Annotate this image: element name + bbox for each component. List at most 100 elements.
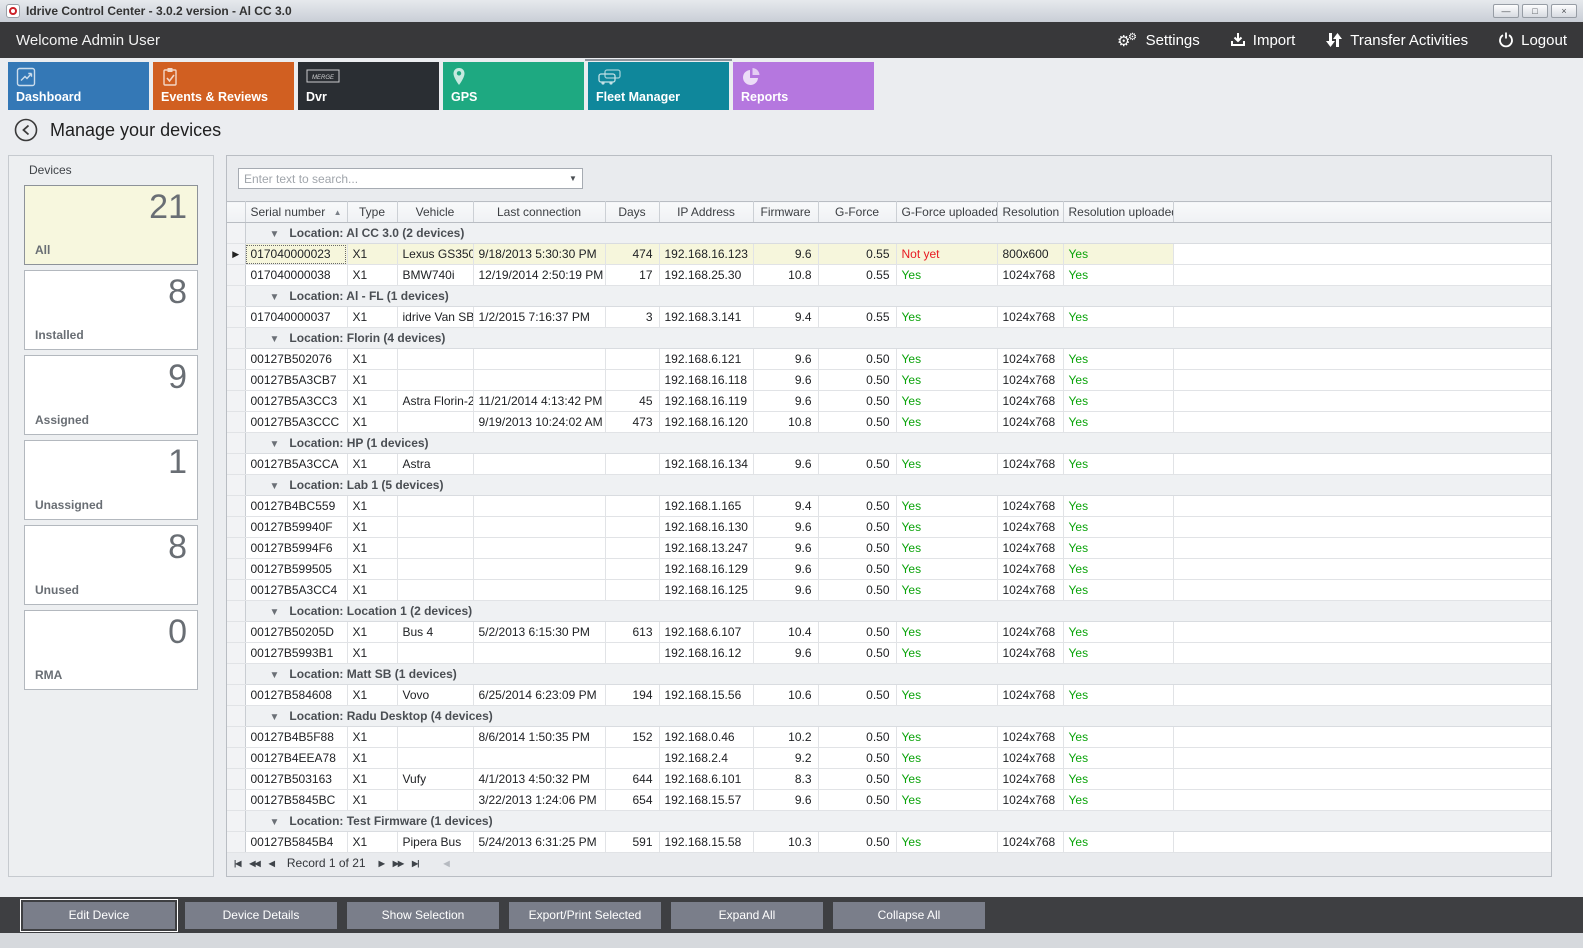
prev-page-button[interactable]: ◀◀ [249, 859, 259, 868]
sidebar-card-unused[interactable]: 8Unused [24, 525, 198, 605]
minimize-button[interactable]: — [1493, 4, 1519, 18]
last-record-button[interactable]: ▶| [412, 859, 418, 868]
search-dropdown-button[interactable]: ▼ [564, 174, 582, 183]
collapse-icon[interactable]: ▼ [270, 292, 280, 303]
collapse-all-button[interactable]: Collapse All [833, 902, 985, 929]
tab-fleet-manager[interactable]: Fleet Manager [588, 62, 729, 110]
group-row[interactable]: ▼Location: Radu Desktop (4 devices) [227, 706, 1551, 727]
cell-g-force: 0.50 [818, 559, 896, 580]
device-row[interactable]: 00127B502076X1192.168.6.1219.60.50Yes102… [227, 349, 1551, 370]
cell-serial-number: 00127B50205D [245, 622, 347, 643]
device-row[interactable]: ▶017040000023X1Lexus GS3509/18/2013 5:30… [227, 244, 1551, 265]
transfer-activities-button[interactable]: Transfer Activities [1325, 32, 1468, 49]
tab-events-reviews[interactable]: Events & Reviews [153, 62, 294, 110]
collapse-icon[interactable]: ▼ [270, 481, 280, 492]
device-details-button[interactable]: Device Details [185, 902, 337, 929]
close-button[interactable]: × [1551, 4, 1577, 18]
group-row[interactable]: ▼Location: Test Firmware (1 devices) [227, 811, 1551, 832]
device-row[interactable]: 00127B5993B1X1192.168.16.129.60.50Yes102… [227, 643, 1551, 664]
next-record-button[interactable]: ▶ [379, 859, 384, 868]
collapse-icon[interactable]: ▼ [270, 334, 280, 345]
collapse-icon[interactable]: ▼ [270, 439, 280, 450]
tab-reports[interactable]: Reports [733, 62, 874, 110]
prev-record-button[interactable]: ◀ [269, 859, 274, 868]
device-row[interactable]: 00127B5A3CCAX1Astra192.168.16.1349.60.50… [227, 454, 1551, 475]
logout-button[interactable]: Logout [1498, 32, 1567, 49]
device-row[interactable]: 00127B5994F6X1192.168.13.2479.60.50Yes10… [227, 538, 1551, 559]
device-row[interactable]: 017040000038X1BMW740i12/19/2014 2:50:19 … [227, 265, 1551, 286]
device-row[interactable]: 00127B4EEA78X1192.168.2.49.20.50Yes1024x… [227, 748, 1551, 769]
column-header-days[interactable]: Days [605, 202, 659, 223]
collapse-icon[interactable]: ▼ [270, 607, 280, 618]
show-selection-button[interactable]: Show Selection [347, 902, 499, 929]
sidebar-card-installed[interactable]: 8Installed [24, 270, 198, 350]
tab-label: Fleet Manager [596, 90, 680, 104]
cell-ip-address: 192.168.16.129 [659, 559, 753, 580]
column-header-vehicle[interactable]: Vehicle [397, 202, 473, 223]
card-count: 8 [168, 273, 187, 312]
cell-days [605, 496, 659, 517]
device-row[interactable]: 00127B4B5F88X18/6/2014 1:50:35 PM152192.… [227, 727, 1551, 748]
settings-button[interactable]: ⚙⚙Settings [1117, 31, 1200, 49]
device-row[interactable]: 00127B5845BCX13/22/2013 1:24:06 PM654192… [227, 790, 1551, 811]
column-header-serial-number[interactable]: Serial number▲ [245, 202, 347, 223]
device-row[interactable]: 00127B59940FX1192.168.16.1309.60.50Yes10… [227, 517, 1551, 538]
device-row[interactable]: 00127B50205DX1Bus 45/2/2013 6:15:30 PM61… [227, 622, 1551, 643]
device-row[interactable]: 00127B503163X1Vufy4/1/2013 4:50:32 PM644… [227, 769, 1551, 790]
collapse-icon[interactable]: ▼ [270, 229, 280, 240]
tab-gps[interactable]: GPS [443, 62, 584, 110]
device-row[interactable]: 00127B5A3CB7X1192.168.16.1189.60.50Yes10… [227, 370, 1551, 391]
next-page-button[interactable]: ▶▶ [393, 859, 403, 868]
device-row[interactable]: 00127B5A3CC4X1192.168.16.1259.60.50Yes10… [227, 580, 1551, 601]
import-button[interactable]: Import [1230, 32, 1296, 49]
device-row[interactable]: 00127B5A3CC3X1Astra Florin-211/21/2014 4… [227, 391, 1551, 412]
sidebar-card-assigned[interactable]: 9Assigned [24, 355, 198, 435]
group-row[interactable]: ▼Location: Location 1 (2 devices) [227, 601, 1551, 622]
column-header-resolution[interactable]: Resolution [997, 202, 1063, 223]
welcome-text: Welcome Admin User [16, 32, 160, 49]
column-header-last-connection[interactable]: Last connection [473, 202, 605, 223]
device-row[interactable]: 00127B4BC559X1192.168.1.1659.40.50Yes102… [227, 496, 1551, 517]
device-row[interactable]: 00127B5A3CCCX19/19/2013 10:24:02 AM47319… [227, 412, 1551, 433]
device-row[interactable]: 00127B5845B4X1Pipera Bus5/24/2013 6:31:2… [227, 832, 1551, 853]
cell-serial-number: 00127B584608 [245, 685, 347, 706]
sidebar-card-unassigned[interactable]: 1Unassigned [24, 440, 198, 520]
column-header-g-force-uploaded[interactable]: G-Force uploaded [896, 202, 997, 223]
cell-g-force: 0.50 [818, 643, 896, 664]
export-print-selected-button[interactable]: Export/Print Selected [509, 902, 661, 929]
device-row[interactable]: 017040000037X1idrive Van SB1/2/2015 7:16… [227, 307, 1551, 328]
group-row[interactable]: ▼Location: Al - FL (1 devices) [227, 286, 1551, 307]
collapse-icon[interactable]: ▼ [270, 712, 280, 723]
card-label: Unused [35, 583, 79, 597]
column-header-ip-address[interactable]: IP Address [659, 202, 753, 223]
group-row[interactable]: ▼Location: Al CC 3.0 (2 devices) [227, 223, 1551, 244]
group-row[interactable]: ▼Location: HP (1 devices) [227, 433, 1551, 454]
collapse-icon[interactable]: ▼ [270, 670, 280, 681]
first-record-button[interactable]: |◀ [234, 859, 240, 868]
sidebar-card-rma[interactable]: 0RMA [24, 610, 198, 690]
cell-last-connection: 6/25/2014 6:23:09 PM [473, 685, 605, 706]
device-row[interactable]: 00127B584608X1Vovo6/25/2014 6:23:09 PM19… [227, 685, 1551, 706]
cell-type: X1 [347, 307, 397, 328]
device-row[interactable]: 00127B599505X1192.168.16.1299.60.50Yes10… [227, 559, 1551, 580]
back-button[interactable] [14, 118, 38, 142]
cell-serial-number: 00127B503163 [245, 769, 347, 790]
tab-dvr[interactable]: MERGEDvr [298, 62, 439, 110]
collapse-icon[interactable]: ▼ [270, 817, 280, 828]
maximize-button[interactable]: □ [1522, 4, 1548, 18]
column-header-firmware[interactable]: Firmware [753, 202, 818, 223]
column-header-resolution-uploaded[interactable]: Resolution uploaded [1063, 202, 1173, 223]
column-header-g-force[interactable]: G-Force [818, 202, 896, 223]
search-input[interactable] [239, 172, 564, 186]
group-row[interactable]: ▼Location: Matt SB (1 devices) [227, 664, 1551, 685]
sidebar-card-all[interactable]: 21All [24, 185, 198, 265]
hscroll-left-button[interactable]: ◀ [443, 859, 448, 868]
edit-device-button[interactable]: Edit Device [23, 902, 175, 929]
cell-resolution: 800x600 [997, 244, 1063, 265]
expand-all-button[interactable]: Expand All [671, 902, 823, 929]
cell-vehicle: Vovo [397, 685, 473, 706]
group-row[interactable]: ▼Location: Florin (4 devices) [227, 328, 1551, 349]
tab-dashboard[interactable]: Dashboard [8, 62, 149, 110]
column-header-type[interactable]: Type [347, 202, 397, 223]
group-row[interactable]: ▼Location: Lab 1 (5 devices) [227, 475, 1551, 496]
